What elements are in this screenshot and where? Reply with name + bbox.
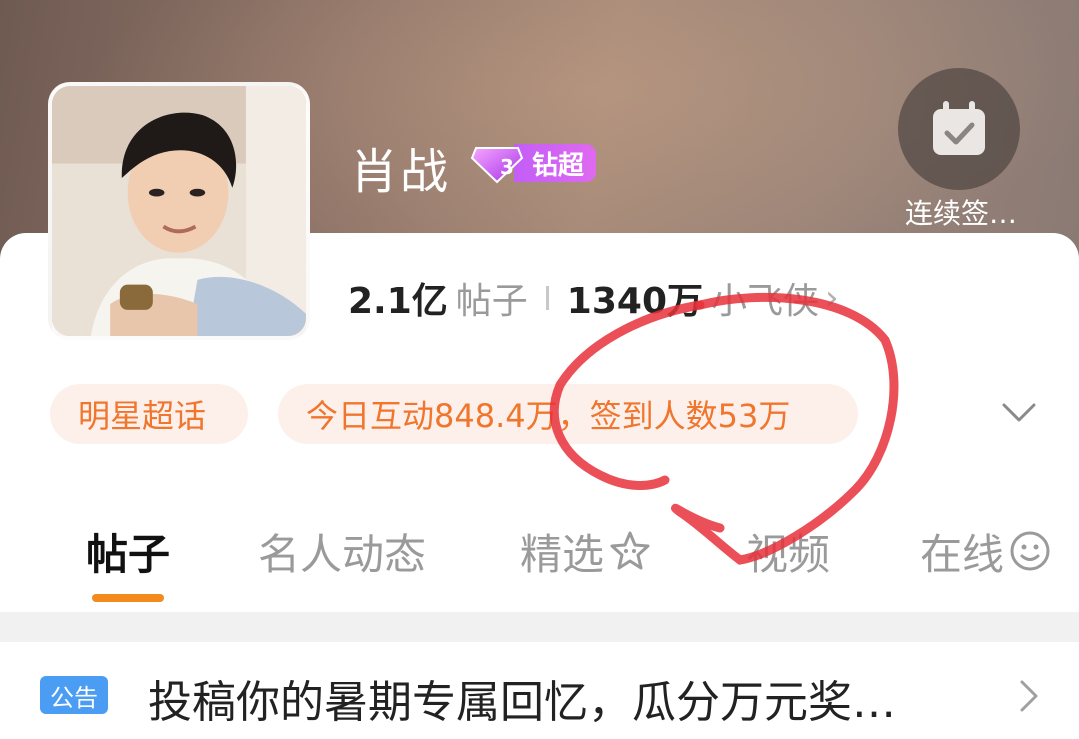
fans-count[interactable]: 1340万 <box>567 272 703 324</box>
calendar-check-icon <box>933 101 985 155</box>
fans-label[interactable]: 小飞侠 <box>711 272 819 324</box>
active-tab-indicator <box>92 594 164 602</box>
stats-row: 2.1亿 帖子 1340万 小飞侠 › <box>348 272 839 324</box>
tab-featured[interactable]: 精选 <box>520 522 652 580</box>
chevron-down-icon[interactable] <box>998 392 1040 434</box>
chevron-right-icon[interactable] <box>1016 676 1044 716</box>
notice-text[interactable]: 投稿你的暑期专属回忆，瓜分万元奖… <box>148 666 896 730</box>
sparkle-icon <box>610 531 650 570</box>
notice-tag: 公告 <box>40 676 108 714</box>
tab-celebrity-news[interactable]: 名人动态 <box>258 522 426 580</box>
checkin-button[interactable] <box>898 68 1020 190</box>
diamond-super-badge[interactable]: 3 钻超 <box>470 142 597 184</box>
diamond-icon: 3 <box>470 142 524 184</box>
activity-tag[interactable]: 今日互动848.4万，签到人数53万 <box>278 384 858 444</box>
posts-count: 2.1亿 <box>348 281 448 322</box>
category-tag[interactable]: 明星超话 <box>50 384 248 444</box>
tab-label: 精选 <box>520 529 605 579</box>
section-divider <box>0 612 1079 642</box>
posts-label: 帖子 <box>455 281 528 322</box>
tab-label: 名人动态 <box>258 529 427 579</box>
tab-label: 视频 <box>746 529 831 579</box>
svg-text:3: 3 <box>500 155 514 179</box>
tab-posts[interactable]: 帖子 <box>86 522 170 580</box>
tab-video[interactable]: 视频 <box>746 522 830 580</box>
star-name: 肖战 <box>350 144 451 200</box>
badge-label: 钻超 <box>514 144 597 182</box>
avatar[interactable] <box>48 82 310 340</box>
checkin-label[interactable]: 连续签… <box>896 192 1026 232</box>
tab-label: 在线 <box>920 529 1005 579</box>
smiley-icon <box>1010 531 1050 571</box>
tab-online[interactable]: 在线 <box>920 522 1052 580</box>
chevron-right-icon[interactable]: › <box>825 278 839 318</box>
tab-label: 帖子 <box>86 529 171 579</box>
tab-bar: 帖子 名人动态 精选 视频 在线 <box>0 522 1079 612</box>
stats-divider <box>545 286 549 310</box>
